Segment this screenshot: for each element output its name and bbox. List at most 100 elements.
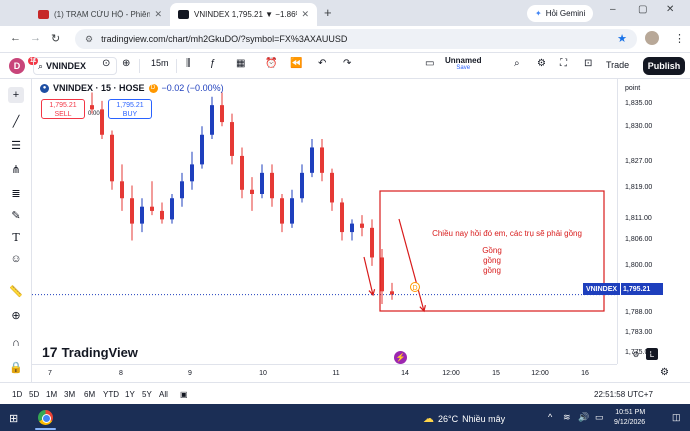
notification-icon[interactable]: ◫ <box>672 412 681 423</box>
magnet-icon[interactable]: ∩ <box>8 335 24 351</box>
back-icon[interactable]: ← <box>10 32 21 44</box>
annotation-line-3[interactable]: gồng <box>462 266 522 275</box>
search-icon[interactable]: ⌕ <box>514 58 520 69</box>
emoji-tool-icon[interactable]: ☺ <box>8 251 24 267</box>
indicators-icon[interactable]: ƒ <box>210 58 216 69</box>
time-tick-label: 15 <box>492 370 500 377</box>
price-tick-label: 1,811.00 <box>625 215 652 222</box>
ruler-tool-icon[interactable]: 📏 <box>8 283 24 299</box>
range-button-3m[interactable]: 3M <box>64 390 75 399</box>
browser-menu-icon[interactable]: ⋮ <box>674 32 685 45</box>
candle-body <box>230 122 234 156</box>
close-icon[interactable]: ✕ <box>154 9 162 20</box>
buy-button[interactable]: 1,795.21 BUY <box>108 99 152 119</box>
range-button-all[interactable]: All <box>159 390 168 399</box>
forward-icon[interactable]: → <box>30 32 41 44</box>
weather-widget[interactable]: ☁ 26°C Nhiều mây <box>423 412 505 425</box>
interval-button[interactable]: 15m <box>151 58 169 68</box>
time-axis[interactable]: 7 8 9 10 11 14 12:00 15 12:00 16 <box>32 364 617 382</box>
candle-body <box>160 210 164 220</box>
price-tick-label: 1,830.00 <box>625 123 653 130</box>
tray-chevron-icon[interactable]: ^ <box>548 412 552 422</box>
profile-avatar[interactable] <box>645 31 659 45</box>
range-button-1y[interactable]: 1Y <box>125 390 135 399</box>
date-range-icon[interactable]: ▣ <box>180 390 188 399</box>
pattern-tool-icon[interactable]: ⋔ <box>8 161 24 177</box>
browser-tab-tramcuuho[interactable]: (1) TRẠM CỨU HỘ - Phiên bản ✕ <box>30 3 170 26</box>
crosshair-tool-icon[interactable]: + <box>8 87 24 103</box>
reload-icon[interactable]: ↻ <box>51 32 60 45</box>
price-tick-label: 1,788.00 <box>625 309 653 316</box>
volume-icon[interactable]: 🔊 <box>578 412 589 423</box>
tradingview-watermark: 17 TradingView <box>42 344 138 360</box>
add-symbol-icon[interactable]: ⊕ <box>122 58 130 69</box>
candlestick-chart[interactable]: D <box>32 79 617 364</box>
range-button-5d[interactable]: 5D <box>29 390 39 399</box>
zoom-in-icon[interactable]: ⊕ <box>8 307 24 323</box>
fib-tool-icon[interactable]: ≣ <box>8 185 24 201</box>
browser-tab-vnindex[interactable]: VNINDEX 1,795.21 ▼ −1.86% U ✕ <box>170 3 317 26</box>
candle <box>350 219 354 241</box>
gemini-button[interactable]: ✦ Hỏi Gemini <box>527 5 594 22</box>
save-status: Save <box>456 65 471 71</box>
annotation-line-2[interactable]: gồng <box>462 256 522 265</box>
lock-icon[interactable]: 🔒 <box>8 359 24 375</box>
trade-button[interactable]: Trade <box>606 60 629 70</box>
layout-name-button[interactable]: Unnamed Save <box>445 56 481 71</box>
undo-icon[interactable]: ↶ <box>318 58 326 69</box>
maximize-icon[interactable]: ▢ <box>638 4 647 15</box>
layout-icon[interactable]: ▭ <box>425 58 434 69</box>
publish-button[interactable]: Publish <box>643 57 685 75</box>
fullscreen-icon[interactable]: ⛶ <box>560 58 567 69</box>
text-tool-icon[interactable]: T <box>8 229 24 245</box>
address-bar[interactable]: ⚙ tradingview.com/chart/mh2GkuDO/?symbol… <box>75 29 637 49</box>
range-button-ytd[interactable]: YTD <box>103 390 119 399</box>
compare-icon[interactable]: ⊙ <box>102 58 110 69</box>
chart-pane[interactable]: D ● VNINDEX · 15 · HOSE D −0.02 (−0.00%)… <box>32 79 617 364</box>
candle-style-icon[interactable]: ⫼ <box>186 58 191 69</box>
window-close-icon[interactable]: ✕ <box>666 4 674 15</box>
range-button-6m[interactable]: 6M <box>84 390 95 399</box>
user-avatar[interactable]: D 11 <box>9 57 39 74</box>
battery-icon[interactable]: ▭ <box>595 412 604 423</box>
close-icon[interactable]: ✕ <box>301 9 309 20</box>
site-info-icon[interactable]: ⚙ <box>85 34 93 45</box>
taskbar-clock[interactable]: 10:51 PM 9/12/2026 <box>614 408 645 428</box>
settings-icon[interactable]: ⚙ <box>537 58 546 69</box>
candle <box>270 164 274 207</box>
time-tick-label: 8 <box>119 370 123 377</box>
minimize-icon[interactable]: – <box>610 4 616 15</box>
candle <box>140 198 144 233</box>
trendline-tool-icon[interactable]: ╱ <box>8 113 24 129</box>
bookmark-star-icon[interactable]: ★ <box>617 32 627 45</box>
candle-body <box>90 105 94 110</box>
replay-icon[interactable]: ⏪ <box>290 58 302 69</box>
annotation-text[interactable]: Chiều nay hồi đó em, các trụ sẽ phải gồn… <box>412 229 602 238</box>
chart-settings-icon[interactable]: ⚙ <box>660 367 669 378</box>
annotation-arrow[interactable] <box>363 256 376 297</box>
bolt-icon[interactable]: ⚡ <box>394 351 407 364</box>
camera-icon[interactable]: ⊡ <box>584 58 592 69</box>
new-tab-icon[interactable]: + <box>324 5 332 20</box>
sell-button[interactable]: 1,795.21 SELL <box>41 99 85 119</box>
alert-icon[interactable]: ⏰ <box>265 58 277 69</box>
templates-icon[interactable]: ▦ <box>236 58 245 69</box>
time-tick-label: 11 <box>332 370 340 377</box>
horizontal-lines-tool-icon[interactable]: ☰ <box>8 137 24 153</box>
candle <box>130 185 134 241</box>
range-button-1m[interactable]: 1M <box>46 390 57 399</box>
range-button-1d[interactable]: 1D <box>12 390 22 399</box>
candle <box>150 181 154 216</box>
start-menu-icon[interactable]: ⊞ <box>9 412 18 425</box>
price-axis[interactable]: point 1,795.21 ⚙ L 1,840.001,835.001,830… <box>617 79 690 364</box>
range-button-5y[interactable]: 5Y <box>142 390 152 399</box>
timezone-clock[interactable]: 22:51:58 UTC+7 <box>594 390 653 399</box>
wifi-icon[interactable]: ≋ <box>563 412 571 423</box>
candle <box>120 164 124 211</box>
candle-body <box>240 155 244 190</box>
annotation-line-1[interactable]: Gồng <box>462 246 522 255</box>
brush-tool-icon[interactable]: ✎ <box>8 207 24 223</box>
redo-icon[interactable]: ↷ <box>343 58 351 69</box>
buy-label: BUY <box>122 111 138 118</box>
chrome-icon[interactable] <box>38 410 53 425</box>
